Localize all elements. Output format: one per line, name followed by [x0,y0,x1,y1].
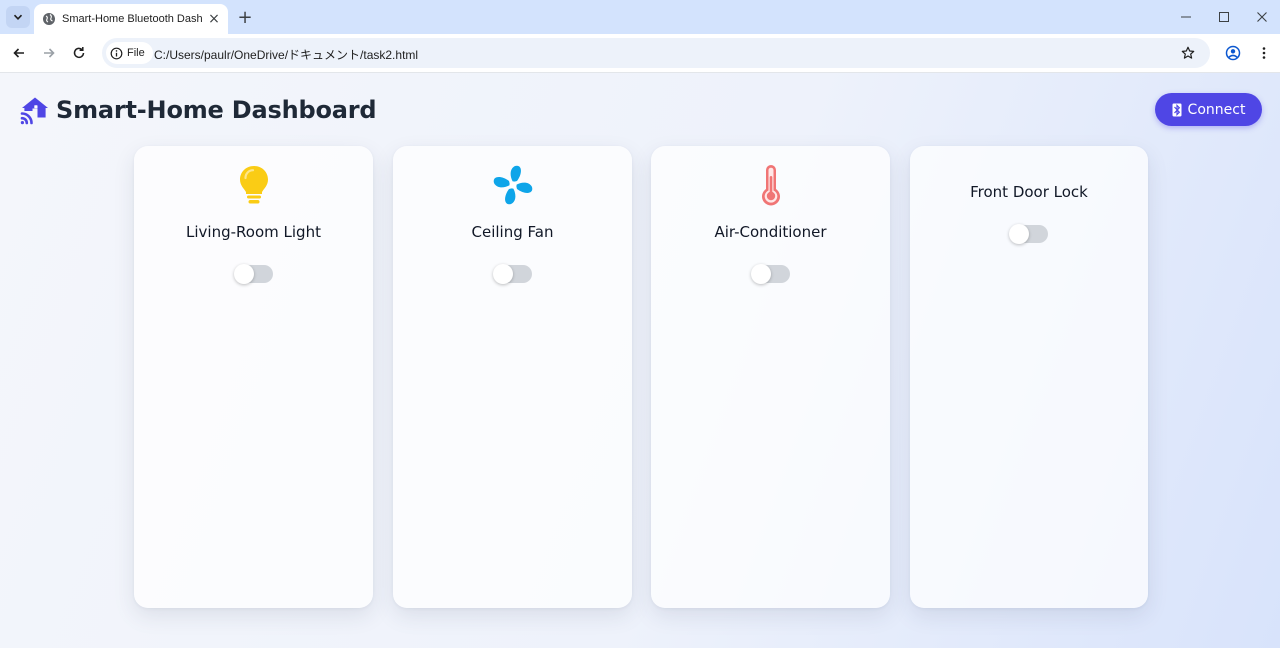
site-info-chip[interactable]: File [106,42,153,64]
thermometer-icon [761,165,780,206]
info-icon [110,47,123,59]
toggle-knob [751,264,771,284]
forward-button[interactable] [38,42,60,64]
new-tab-button[interactable]: + [236,7,254,28]
dashboard-page: Smart-Home Dashboard Connect Living-Room… [0,73,1280,648]
device-toggle[interactable] [493,264,532,284]
device-name: Living-Room Light [186,223,321,241]
device-name: Ceiling Fan [471,223,554,241]
maximize-button[interactable] [1215,8,1233,26]
toggle-knob [234,264,254,284]
close-icon [1257,12,1267,22]
star-icon [1181,46,1195,59]
device-name: Air-Conditioner [714,223,827,241]
tab-close-icon[interactable]: × [206,11,222,27]
browser-menu-button[interactable] [1253,42,1275,64]
window-close-button[interactable] [1253,8,1271,26]
tab-search-button[interactable] [6,6,30,28]
smart-home-icon [20,97,48,125]
connect-button[interactable]: Connect [1155,93,1262,126]
device-toggle[interactable] [234,264,273,284]
address-bar[interactable]: File C:/Users/paulr/OneDrive/ドキュメント/task… [102,38,1210,68]
arrow-left-icon [13,48,24,58]
device-toggle[interactable] [751,264,790,284]
page-title: Smart-Home Dashboard [56,96,377,124]
bookmark-star-button[interactable] [1178,43,1198,63]
fan-icon [493,165,532,205]
file-chip-label: File [127,47,145,59]
account-icon [1225,45,1241,61]
browser-tab[interactable]: Smart-Home Bluetooth Dashboard × [34,4,228,34]
maximize-icon [1219,12,1229,22]
globe-icon [43,13,55,25]
device-card-living-room-light: Living-Room Light [134,146,373,608]
toggle-knob [493,264,513,284]
back-button[interactable] [8,42,30,64]
device-card-air-conditioner: Air-Conditioner [651,146,890,608]
bluetooth-icon [1172,103,1182,116]
arrow-right-icon [44,48,55,58]
reload-button[interactable] [68,42,90,64]
more-vert-icon [1262,47,1266,59]
tab-title: Smart-Home Bluetooth Dashboard [62,13,202,25]
browser-toolbar: File C:/Users/paulr/OneDrive/ドキュメント/task… [0,34,1280,73]
minimize-button[interactable] [1177,8,1195,26]
minimize-icon [1181,16,1191,18]
lightbulb-icon [239,166,268,204]
device-card-ceiling-fan: Ceiling Fan [393,146,632,608]
brand: Smart-Home Dashboard [20,95,377,125]
toggle-knob [1009,224,1029,244]
profile-button[interactable] [1222,42,1244,64]
browser-tab-strip: Smart-Home Bluetooth Dashboard × + [0,0,1280,34]
device-name: Front Door Lock [970,183,1088,201]
device-card-front-door-lock: Front Door Lock [910,146,1148,608]
chevron-down-icon [13,14,23,20]
connect-button-label: Connect [1187,101,1246,118]
device-toggle[interactable] [1009,224,1048,244]
reload-icon [73,47,85,59]
url-text[interactable]: C:/Users/paulr/OneDrive/ドキュメント/task2.htm… [154,46,418,63]
device-grid: Living-Room Light Ceiling Fan Air-Condit… [134,146,1149,608]
